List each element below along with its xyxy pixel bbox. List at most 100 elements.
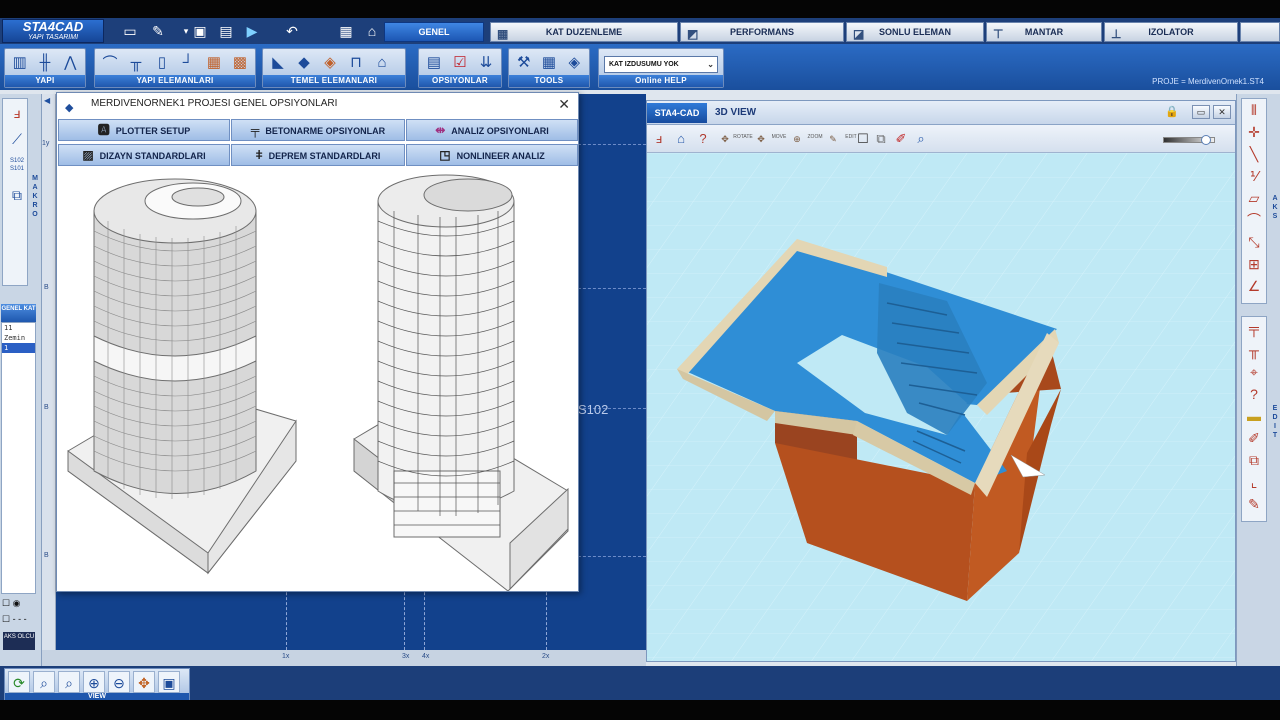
floor-list[interactable]: 11 Zemin 1 (1, 322, 36, 594)
floor-projection-select[interactable]: KAT IZDUSUMU YOK ⌄ (604, 56, 718, 73)
betonarme-opsiyonlar-button[interactable]: ╤ BETONARME OPSIYONLAR (231, 119, 405, 141)
axis-point-icon[interactable]: ✛ (1242, 121, 1266, 143)
zoom-icon[interactable]: ⊕ (787, 129, 807, 149)
tab-performans[interactable]: ◩ PERFORMANS (680, 22, 844, 42)
copy-icon[interactable]: ⧉ (871, 129, 891, 149)
axis-move-icon[interactable]: ⤡ (1242, 231, 1266, 253)
brick-icon[interactable]: ▦ (203, 51, 225, 73)
beam-edit-icon[interactable]: ╥ (1242, 339, 1266, 361)
save-icon[interactable]: ▣ (190, 21, 210, 41)
slab-icon[interactable]: ▩ (229, 51, 251, 73)
query-icon[interactable]: ? (1242, 383, 1266, 405)
eraser-icon[interactable]: ✐ (1242, 427, 1266, 449)
building-icon[interactable]: ▥ (9, 51, 30, 73)
floor-item[interactable]: 11 (2, 323, 35, 333)
analiz-opsiyonlari-button[interactable]: ⇹ ANALIZ OPSIYONLARI (406, 119, 578, 141)
calculator-icon[interactable]: ▦ (336, 21, 356, 41)
pin-icon[interactable]: ⌖ (1242, 361, 1266, 383)
fit-view-icon[interactable]: ▣ (158, 671, 180, 693)
frame-icon[interactable]: ╫ (34, 51, 55, 73)
nonlineer-analiz-button[interactable]: ◳ NONLINEER ANALIZ (406, 144, 578, 166)
tie-beam-icon[interactable]: ⊓ (345, 51, 367, 73)
checklist-icon[interactable]: ☑ (449, 51, 471, 73)
copy-icon[interactable]: ⧉ (7, 185, 27, 205)
axis-measure-icon[interactable]: ∠ (1242, 275, 1266, 297)
pile-icon[interactable]: ◈ (319, 51, 341, 73)
floor-item[interactable]: Zemin (2, 333, 35, 343)
open-file-icon[interactable]: ✎ (148, 21, 168, 41)
floor-item-selected[interactable]: 1 (2, 343, 35, 353)
chart-icon[interactable]: ⌞ (1242, 471, 1266, 493)
close-icon[interactable]: ✕ (558, 93, 570, 115)
beam-icon[interactable]: ┘ (177, 51, 199, 73)
slider-knob[interactable] (1200, 135, 1211, 145)
layers-icon[interactable]: ◈ (564, 51, 585, 73)
column-list-icon[interactable]: S102 S101 (7, 157, 27, 177)
rotate-icon[interactable]: ✥ (715, 129, 735, 149)
tab-izolator[interactable]: ⊥ IZOLATOR (1104, 22, 1238, 42)
tab-genel[interactable]: GENEL (384, 22, 484, 42)
column-edit-icon[interactable]: ╤ (1242, 317, 1266, 339)
load-icon[interactable]: ⇊ (475, 51, 497, 73)
roof-icon[interactable]: ⋀ (60, 51, 81, 73)
deprem-standardlari-button[interactable]: ǂ DEPREM STANDARDLARI (231, 144, 405, 166)
raft-icon[interactable]: ◆ (293, 51, 315, 73)
refresh-icon[interactable]: ⟳ (8, 671, 30, 693)
zoom-min-icon[interactable]: ⌕ (58, 671, 80, 693)
tab-3d-view[interactable]: 3D VIEW (715, 103, 775, 123)
tab-mantar[interactable]: ⊤ MANTAR (986, 22, 1102, 42)
wall-icon[interactable]: ▯ (151, 51, 173, 73)
stair-icon[interactable]: ⌒ (99, 51, 121, 73)
play-icon[interactable]: ▶ (242, 21, 262, 41)
plotter-setup-button[interactable]: 🅰 PLOTTER SETUP (58, 119, 230, 141)
draw-icon[interactable]: ⟋ (7, 129, 27, 149)
home-icon[interactable]: ⌂ (362, 21, 382, 41)
options-icon[interactable]: ▤ (423, 51, 445, 73)
query-icon[interactable]: ? (693, 129, 713, 149)
column-edit-icon[interactable]: ⅎ (7, 103, 27, 123)
lock-icon[interactable]: 🔒 (1165, 105, 1179, 118)
plan-horizontal-scrollbar[interactable]: 1x 3x 4x 2x (42, 650, 646, 666)
foundation-icon[interactable]: ⌂ (371, 51, 393, 73)
grid-axis-icon[interactable]: ⫴ (1242, 99, 1266, 121)
tab-sta4cad[interactable]: STA4-CAD (647, 103, 707, 123)
axis-box-icon[interactable]: ▱ (1242, 187, 1266, 209)
table-icon[interactable]: ▦ (538, 51, 559, 73)
color-icon[interactable]: ✐ (891, 129, 911, 149)
edit-icon[interactable]: ✎ (823, 129, 843, 149)
tab-kat-duzenleme[interactable]: ▦ KAT DUZENLEME (490, 22, 678, 42)
copy-icon[interactable]: ⧉ (1242, 449, 1266, 471)
stair-3d-model[interactable] (647, 153, 1235, 661)
axis-arc-icon[interactable]: ⌒ (1242, 209, 1266, 231)
column-edit-icon[interactable]: ⅎ (649, 129, 669, 149)
pan-icon[interactable]: ✥ (133, 671, 155, 693)
zoom-all-icon[interactable]: ⌕ (33, 671, 55, 693)
new-file-icon[interactable]: ▭ (120, 21, 140, 41)
footing-icon[interactable]: ◣ (267, 51, 289, 73)
restore-icon[interactable]: ▭ (1192, 105, 1210, 119)
tab-sonlu-eleman[interactable]: ◪ SONLU ELEMAN (846, 22, 984, 42)
ribbon-group-online-help-label[interactable]: Online HELP (599, 75, 723, 87)
column-icon[interactable]: ╥ (125, 51, 147, 73)
transparency-slider[interactable] (1163, 135, 1215, 145)
print-icon[interactable]: ▤ (216, 21, 236, 41)
tab-overflow[interactable] (1240, 22, 1280, 42)
aks-olcu-button[interactable]: AKS OLCU (3, 632, 35, 650)
axis-grid-icon[interactable]: ⊞ (1242, 253, 1266, 275)
tools-icon[interactable]: ⚒ (513, 51, 534, 73)
zoom-in-icon[interactable]: ⊕ (83, 671, 105, 693)
plan-vertical-scrollbar[interactable]: ◀ 1y B B B ▶ (42, 94, 56, 666)
checkbox-icon[interactable]: ☐ (853, 129, 873, 149)
checkbox-grid-marks[interactable]: ☐ ◉ (2, 598, 36, 610)
dizayn-standardlari-button[interactable]: ▨ DIZAYN STANDARDLARI (58, 144, 230, 166)
undo-icon[interactable]: ↶ (282, 21, 302, 41)
axis-line-icon[interactable]: ╲ (1242, 143, 1266, 165)
zoom-out-icon[interactable]: ⊖ (108, 671, 130, 693)
home-icon[interactable]: ⌂ (671, 129, 691, 149)
ruler-icon[interactable]: ▬ (1242, 405, 1266, 427)
close-icon[interactable]: ✕ (1213, 105, 1231, 119)
axis-number-icon[interactable]: ⅟ (1242, 165, 1266, 187)
checkbox-dashed[interactable]: ☐ - - - (2, 614, 36, 626)
magnify-icon[interactable]: ⌕ (911, 129, 931, 149)
move-icon[interactable]: ✥ (751, 129, 771, 149)
